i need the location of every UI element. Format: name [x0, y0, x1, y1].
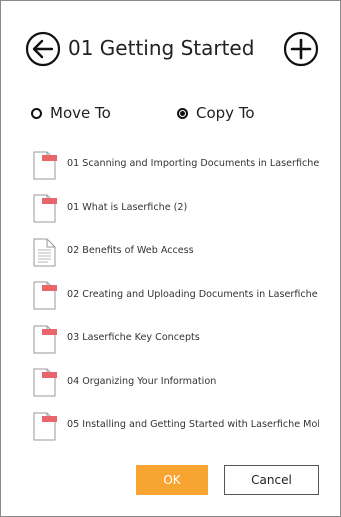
list-item[interactable]: 03 Laserfiche Key Concepts — [33, 316, 323, 360]
header: 01 Getting Started — [1, 29, 340, 69]
document-flag-icon — [33, 151, 57, 180]
list-item-label: 05 Installing and Getting Started with L… — [67, 419, 319, 431]
back-arrow-icon — [25, 31, 61, 67]
document-flag-icon — [33, 281, 57, 310]
move-to-radio[interactable]: Move To — [31, 104, 111, 122]
list-item[interactable]: 02 Creating and Uploading Documents in L… — [33, 273, 323, 317]
move-copy-dialog: 01 Getting Started Move To Copy To 01 Sc… — [0, 0, 341, 517]
list-item-label: 02 Creating and Uploading Documents in L… — [67, 288, 319, 300]
list-item[interactable]: 01 Scanning and Importing Documents in L… — [33, 142, 323, 186]
list-item[interactable]: 01 What is Laserfiche (2) — [33, 186, 323, 230]
list-item-label: 01 Scanning and Importing Documents in L… — [67, 158, 319, 170]
operation-options: Move To Copy To — [1, 104, 340, 126]
ok-button[interactable]: OK — [136, 465, 208, 495]
document-flag-icon — [33, 325, 57, 354]
list-item-label: 04 Organizing Your Information — [67, 375, 217, 387]
cancel-button[interactable]: Cancel — [224, 465, 319, 495]
document-flag-icon — [33, 194, 57, 223]
list-item[interactable]: 02 Benefits of Web Access — [33, 229, 323, 273]
list-item[interactable]: 05 Installing and Getting Started with L… — [33, 403, 323, 447]
list-item-label: 03 Laserfiche Key Concepts — [67, 332, 200, 344]
document-list: 01 Scanning and Importing Documents in L… — [33, 142, 323, 447]
document-flag-icon — [33, 368, 57, 397]
radio-unselected-icon — [31, 107, 42, 119]
add-button[interactable] — [283, 31, 319, 67]
list-item[interactable]: 04 Organizing Your Information — [33, 360, 323, 404]
document-flag-icon — [33, 412, 57, 441]
radio-selected-icon — [177, 107, 188, 119]
list-item-label: 01 What is Laserfiche (2) — [67, 201, 188, 213]
back-button[interactable] — [25, 31, 61, 67]
document-text-icon — [33, 238, 56, 267]
add-icon — [283, 31, 319, 67]
page-title: 01 Getting Started — [68, 36, 255, 60]
copy-to-radio[interactable]: Copy To — [177, 104, 255, 122]
copy-to-label: Copy To — [196, 104, 255, 122]
move-to-label: Move To — [50, 104, 111, 122]
list-item-label: 02 Benefits of Web Access — [67, 245, 194, 257]
